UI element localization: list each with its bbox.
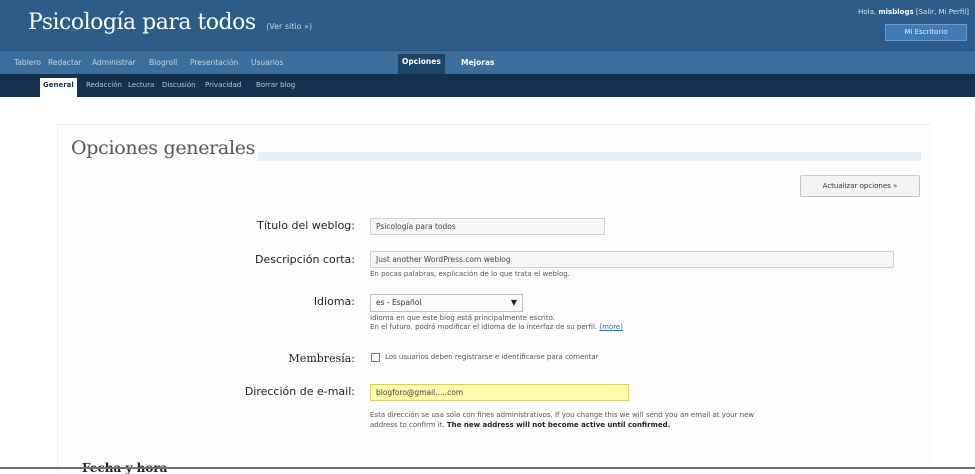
email-hint-1: Esta dirección se usa sólo con fines adm…	[370, 411, 755, 419]
language-hint-1: Idioma en que este blog está principalme…	[370, 314, 555, 322]
menu-item-redactar[interactable]: Redactar	[48, 58, 82, 67]
language-hint-2: En el futuro, podrá modificar el idioma …	[370, 323, 623, 332]
language-label: Idioma:	[313, 295, 355, 308]
submenu-item-privacidad[interactable]: Privacidad	[205, 81, 241, 89]
email-hint-2: address to confirm it. The new address w…	[370, 421, 670, 430]
email-hint-2-text: address to confirm it.	[370, 421, 445, 429]
language-hint-2-text: En el futuro, podrá modificar el idioma …	[370, 323, 598, 331]
email-hint-2-bold: The new address will not become active u…	[446, 421, 671, 429]
menu-item-presentacion[interactable]: Presentación	[190, 58, 238, 67]
submenu-item-general[interactable]: General	[40, 78, 77, 97]
title-rule	[258, 152, 921, 161]
main-menu: Tablero Redactar Administrar Blogroll Pr…	[0, 50, 975, 75]
tagline-label: Descripción corta:	[255, 253, 355, 266]
menu-item-usuarios[interactable]: Usuarios	[251, 58, 283, 67]
blog-title-text[interactable]: Psicología para todos	[28, 10, 256, 35]
menu-item-opciones[interactable]: Opciones	[398, 54, 445, 75]
email-label: Dirección de e-mail:	[244, 385, 355, 398]
sub-menu: General Redacción Lectura Discusión Priv…	[0, 74, 975, 97]
weblog-title-input[interactable]: Psicología para todos	[370, 218, 605, 235]
user-name-link[interactable]: misblogs	[878, 8, 913, 16]
dashboard-button[interactable]: Mi Escritorio	[885, 24, 967, 41]
bottom-divider	[0, 467, 975, 469]
language-select[interactable]: es - Español ▼	[370, 294, 523, 312]
email-input[interactable]: blogforo@gmail.....com	[370, 384, 629, 401]
blog-title[interactable]: Psicología para todos (Ver sitio »)	[28, 10, 312, 35]
dropdown-arrow-icon: ▼	[510, 298, 517, 307]
tagline-hint: En pocas palabras, explicación de lo que…	[370, 270, 570, 278]
submenu-item-redaccion[interactable]: Redacción	[86, 81, 122, 89]
options-panel: Opciones generales Actualizar opciones »…	[57, 124, 931, 474]
membership-checkbox[interactable]	[371, 353, 380, 362]
language-more-link[interactable]: (more)	[599, 323, 623, 331]
user-greeting: Hola,	[858, 8, 877, 16]
menu-item-mejoras[interactable]: Mejoras	[461, 58, 495, 67]
view-site-link[interactable]: (Ver sitio »)	[266, 22, 312, 31]
tagline-input[interactable]: Just another WordPress.com weblog	[370, 251, 894, 268]
submenu-item-discusion[interactable]: Discusión	[162, 81, 196, 89]
submenu-item-lectura[interactable]: Lectura	[128, 81, 154, 89]
page-title: Opciones generales	[71, 137, 256, 159]
menu-item-tablero[interactable]: Tablero	[14, 58, 41, 67]
menu-item-blogroll[interactable]: Blogroll	[149, 58, 177, 67]
membership-checkbox-label: Los usuarios deben registrarse e identif…	[385, 353, 599, 361]
submenu-item-borrar-blog[interactable]: Borrar blog	[256, 81, 295, 89]
menu-item-administrar[interactable]: Administrar	[92, 58, 136, 67]
user-info: Hola, misblogs [Salir, Mi Perfil]	[858, 8, 969, 16]
weblog-title-label: Título del weblog:	[257, 219, 355, 232]
user-links[interactable]: [Salir, Mi Perfil]	[916, 8, 969, 16]
update-options-button[interactable]: Actualizar opciones »	[800, 175, 920, 197]
membership-label: Membresía:	[288, 352, 355, 365]
admin-header: Psicología para todos (Ver sitio ») Hola…	[0, 0, 975, 50]
language-select-value: es - Español	[376, 298, 422, 307]
